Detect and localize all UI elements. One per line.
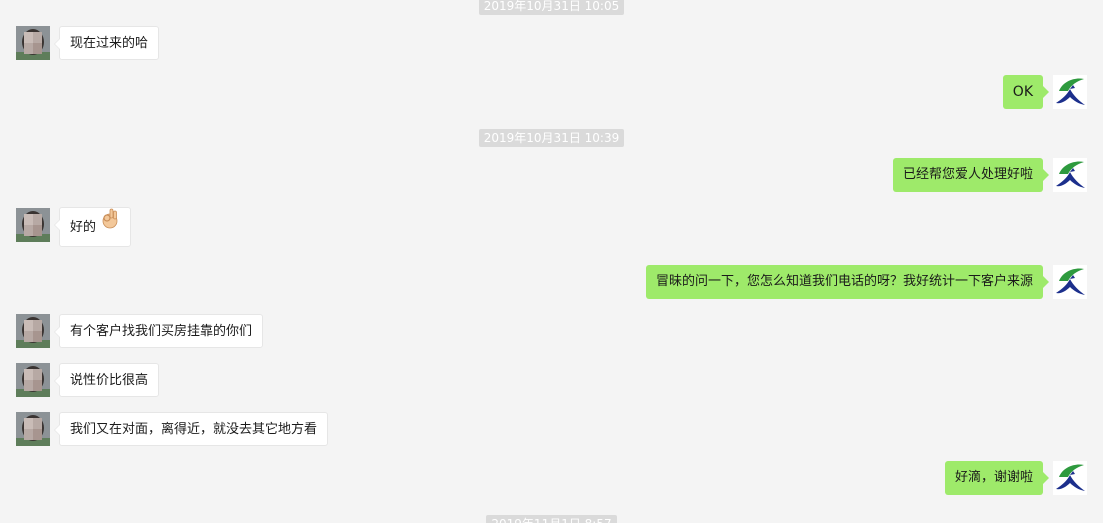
customer-avatar-icon[interactable] <box>16 412 50 446</box>
timestamp-label: 2019年11月1日 8:57 <box>486 515 617 523</box>
message-bubble[interactable]: 好滴，谢谢啦 <box>944 461 1050 495</box>
message-bubble[interactable]: 有个客户找我们买房挂靠的你们 <box>53 314 264 348</box>
company-logo-icon[interactable] <box>1053 461 1087 495</box>
message-bubble[interactable]: 已经帮您爱人处理好啦 <box>892 158 1050 192</box>
message-row-incoming: 说性价比很高 <box>0 363 1103 403</box>
message-row-outgoing: OK <box>0 75 1103 115</box>
message-row-incoming: 现在过来的哈 <box>0 26 1103 66</box>
company-logo-icon[interactable] <box>1053 75 1087 109</box>
company-logo-icon[interactable] <box>1053 158 1087 192</box>
message-row-outgoing: 已经帮您爱人处理好啦 <box>0 158 1103 198</box>
timestamp: 2019年11月1日 8:57 <box>0 513 1103 523</box>
message-bubble[interactable]: 冒昧的问一下，您怎么知道我们电话的呀？我好统计一下客户来源 <box>645 265 1050 299</box>
timestamp: 2019年10月31日 10:05 <box>0 0 1103 15</box>
company-logo-icon[interactable] <box>1053 265 1087 299</box>
ok-hand-emoji-icon <box>100 206 120 246</box>
message-bubble[interactable]: 好的 <box>53 206 132 247</box>
chat-window: 2019年10月31日 10:05 现在过来的哈 OK 2019年10月31日 … <box>0 0 1103 523</box>
customer-avatar-icon[interactable] <box>16 26 50 60</box>
message-row-incoming: 好的 <box>0 206 1103 248</box>
customer-avatar-icon[interactable] <box>16 208 50 242</box>
message-bubble[interactable]: 我们又在对面，离得近，就没去其它地方看 <box>53 412 329 446</box>
message-row-incoming: 有个客户找我们买房挂靠的你们 <box>0 314 1103 354</box>
customer-avatar-icon[interactable] <box>16 363 50 397</box>
message-row-incoming: 我们又在对面，离得近，就没去其它地方看 <box>0 412 1103 452</box>
timestamp-label: 2019年10月31日 10:05 <box>478 0 625 15</box>
message-bubble[interactable]: 现在过来的哈 <box>53 26 160 60</box>
message-row-outgoing: 好滴，谢谢啦 <box>0 461 1103 501</box>
message-bubble[interactable]: OK <box>1002 75 1050 109</box>
message-bubble[interactable]: 说性价比很高 <box>53 363 160 397</box>
message-row-outgoing: 冒昧的问一下，您怎么知道我们电话的呀？我好统计一下客户来源 <box>0 265 1103 305</box>
timestamp-label: 2019年10月31日 10:39 <box>478 129 625 147</box>
timestamp: 2019年10月31日 10:39 <box>0 127 1103 147</box>
customer-avatar-icon[interactable] <box>16 314 50 348</box>
message-text: 好的 <box>70 220 97 235</box>
